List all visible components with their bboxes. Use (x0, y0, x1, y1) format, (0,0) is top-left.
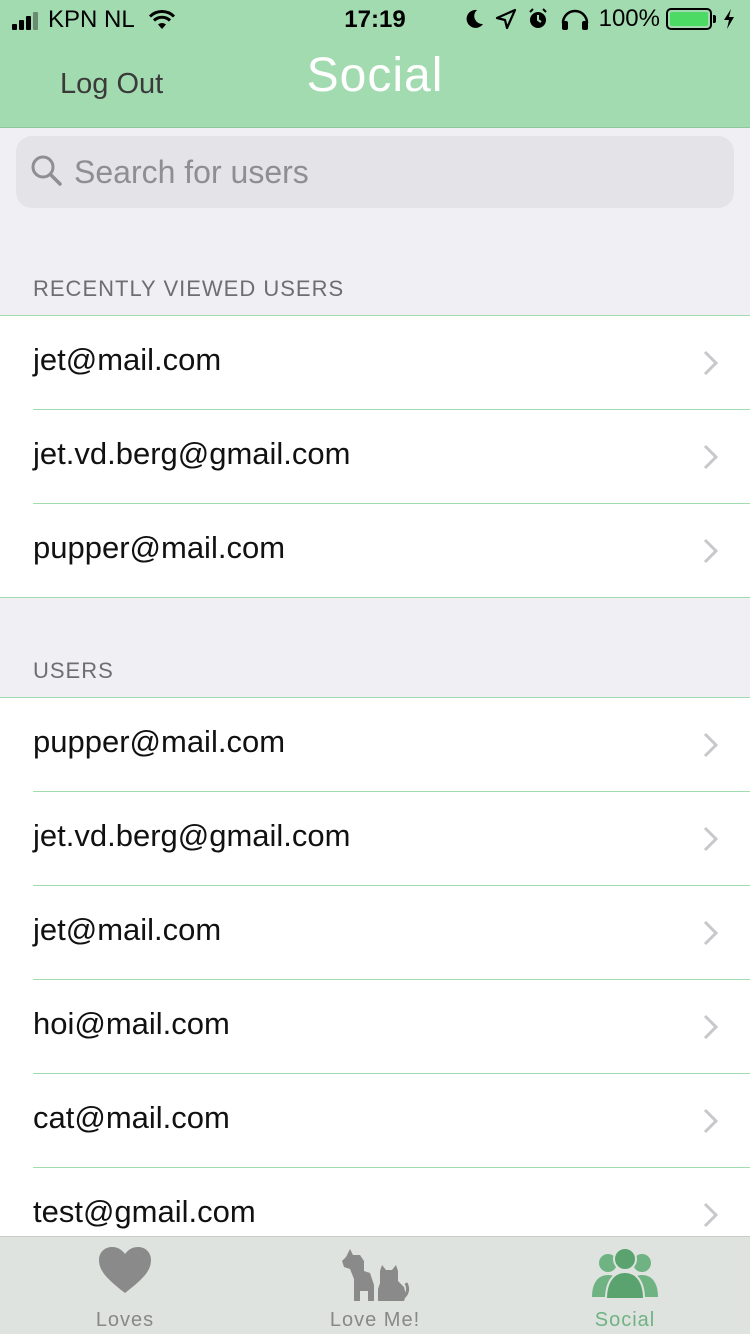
user-email: hoi@mail.com (33, 1006, 230, 1041)
status-bar: KPN NL 17:19 100% (0, 0, 750, 40)
list-item[interactable]: jet@mail.com (0, 316, 750, 410)
user-email: jet.vd.berg@gmail.com (33, 818, 351, 853)
search-bar[interactable] (16, 136, 734, 208)
user-email: jet@mail.com (33, 912, 222, 947)
alarm-icon (528, 8, 547, 28)
chevron-right-icon (703, 920, 719, 946)
recent-section-header: RECENTLY VIEWED USERS (33, 276, 345, 301)
nav-bar: Log Out Social (0, 40, 750, 128)
recent-users-list: jet@mail.com jet.vd.berg@gmail.com puppe… (0, 315, 750, 598)
headphones-icon (561, 9, 588, 30)
divider (0, 597, 750, 598)
location-icon (495, 8, 516, 30)
people-icon (592, 1247, 658, 1299)
chevron-right-icon (703, 732, 719, 758)
chevron-right-icon (703, 538, 719, 564)
list-item[interactable]: jet.vd.berg@gmail.com (0, 410, 750, 504)
tab-label: Love Me! (329, 1309, 421, 1331)
list-item[interactable]: cat@mail.com (0, 1074, 750, 1168)
search-input[interactable] (74, 136, 714, 208)
list-item[interactable]: pupper@mail.com (0, 504, 750, 598)
page-title: Social (306, 49, 444, 102)
battery-icon (666, 8, 716, 30)
dog-cat-icon (342, 1249, 410, 1301)
battery-percent: 100% (598, 5, 660, 32)
chevron-right-icon (703, 826, 719, 852)
list-item[interactable]: pupper@mail.com (0, 698, 750, 792)
list-item[interactable]: jet@mail.com (0, 886, 750, 980)
moon-icon (466, 9, 483, 28)
user-email: test@gmail.com (33, 1194, 256, 1229)
chevron-right-icon (703, 1108, 719, 1134)
charging-icon (724, 9, 734, 29)
heart-icon (99, 1247, 151, 1293)
chevron-right-icon (703, 1202, 719, 1228)
tab-label: Loves (95, 1309, 155, 1331)
list-item[interactable]: jet.vd.berg@gmail.com (0, 792, 750, 886)
user-email: cat@mail.com (33, 1100, 230, 1135)
tab-loves[interactable]: Loves (0, 1237, 250, 1334)
chevron-right-icon (703, 350, 719, 376)
chevron-right-icon (703, 1014, 719, 1040)
users-list: pupper@mail.com jet.vd.berg@gmail.com je… (0, 697, 750, 1262)
list-item[interactable]: hoi@mail.com (0, 980, 750, 1074)
tab-bar: Loves Love Me! Social (0, 1236, 750, 1334)
user-email: jet.vd.berg@gmail.com (33, 436, 351, 471)
tab-social[interactable]: Social (500, 1237, 750, 1334)
user-email: pupper@mail.com (33, 530, 286, 565)
users-section-header: USERS (33, 658, 114, 683)
user-email: jet@mail.com (33, 342, 222, 377)
user-email: pupper@mail.com (33, 724, 286, 759)
tab-love-me[interactable]: Love Me! (250, 1237, 500, 1334)
chevron-right-icon (703, 444, 719, 470)
tab-label: Social (594, 1309, 656, 1331)
search-icon (31, 155, 62, 186)
